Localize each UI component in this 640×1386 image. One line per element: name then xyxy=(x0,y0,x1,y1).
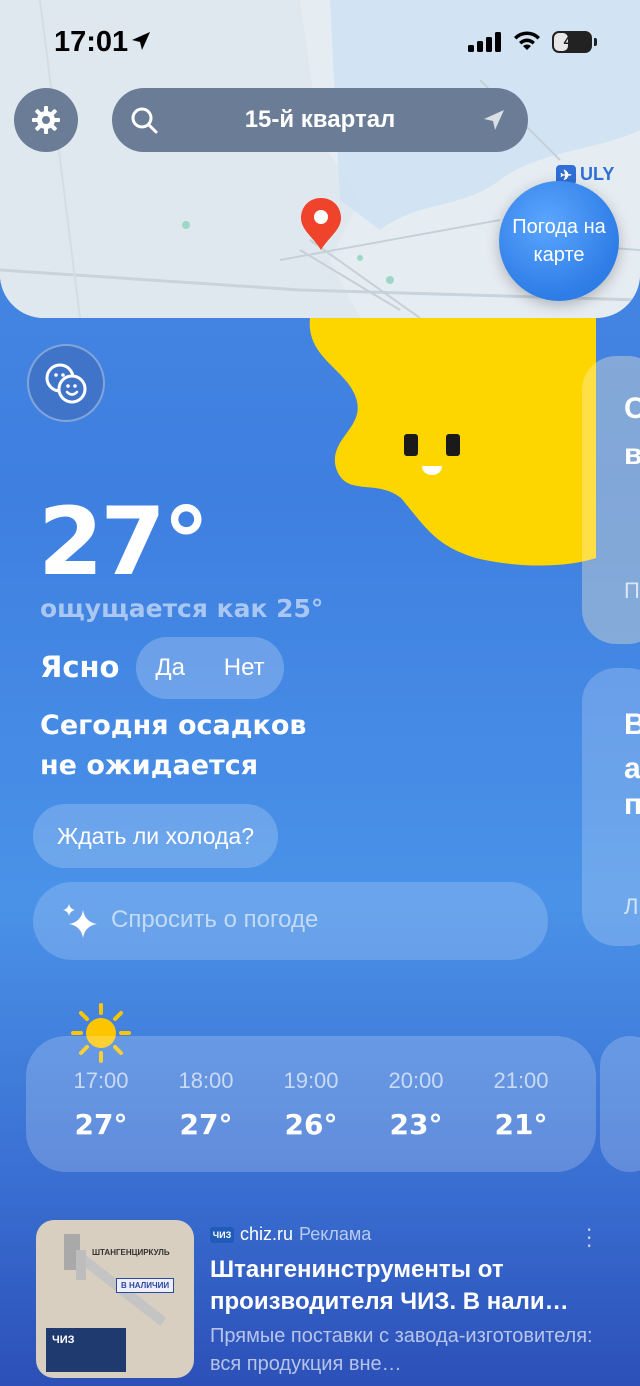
ad-description: Прямые поставки с завода-изготовителя: в… xyxy=(210,1325,593,1375)
side-card-text: В xyxy=(624,708,640,741)
side-card-text: в xyxy=(624,438,640,471)
hour-item: 19:00 26° xyxy=(259,1036,363,1141)
daily-forecast-card[interactable] xyxy=(600,1036,640,1172)
no-button[interactable]: Нет xyxy=(224,654,265,682)
precipitation-summary: Сегодня осадков не ожидается xyxy=(40,706,307,786)
wifi-icon xyxy=(514,31,540,50)
location-pin-icon[interactable] xyxy=(298,196,344,252)
status-bar: 17:01 40 xyxy=(0,24,640,64)
battery-icon: 40 xyxy=(552,31,592,53)
hour-temp: 21° xyxy=(494,1108,548,1141)
airport-label: ULY xyxy=(580,164,615,184)
side-card-text: Л xyxy=(624,894,639,919)
hour-time: 18:00 xyxy=(178,1068,234,1093)
side-card-text: С xyxy=(624,392,640,425)
faces-icon xyxy=(45,363,87,404)
ad-image-text: ШТАНГЕНЦИРКУЛЬ xyxy=(92,1248,170,1257)
ad-title[interactable]: Штангенинструменты от производителя ЧИЗ.… xyxy=(210,1254,610,1318)
cold-question-chip[interactable]: Ждать ли холода? xyxy=(33,804,279,868)
weather-map-button[interactable]: Погода на карте xyxy=(499,181,619,301)
hour-item: 18:00 27° xyxy=(154,1036,258,1141)
ad-image-brand: ЧИЗ xyxy=(46,1328,126,1372)
more-options-icon[interactable]: · · · xyxy=(586,1220,592,1256)
ad-source[interactable]: ЧИЗ chiz.ru Реклама xyxy=(210,1224,371,1245)
status-time: 17:01 xyxy=(54,26,129,58)
condition-feedback: Да Нет xyxy=(136,637,284,699)
location-arrow-icon xyxy=(132,32,150,50)
hour-temp: 27° xyxy=(179,1108,233,1141)
ad-label: Реклама xyxy=(299,1224,372,1244)
weather-condition: Ясно xyxy=(40,650,120,684)
hour-time: 17:00 xyxy=(73,1068,129,1093)
sun-mascot-icon xyxy=(309,318,596,566)
navigation-arrow-icon[interactable] xyxy=(482,108,506,132)
side-card-text: п xyxy=(624,788,640,821)
ad-image-text: В НАЛИЧИИ xyxy=(116,1278,175,1293)
hour-item: 20:00 23° xyxy=(364,1036,468,1141)
current-temperature: 27° xyxy=(38,488,210,597)
hour-item: 21:00 21° xyxy=(469,1036,573,1141)
chiz-logo-icon: ЧИЗ xyxy=(210,1226,234,1243)
mascot-mood-button[interactable] xyxy=(27,344,105,422)
sparkle-icon xyxy=(63,904,97,938)
hour-temp: 26° xyxy=(284,1108,338,1141)
side-card-text: П xyxy=(624,578,640,603)
battery-level: 40 xyxy=(563,33,581,50)
side-card-2[interactable]: В а п Л xyxy=(582,668,640,946)
hour-item: 17:00 27° xyxy=(49,1036,153,1141)
ad-domain: chiz.ru xyxy=(240,1224,294,1244)
ask-placeholder: Спросить о погоде xyxy=(111,906,319,933)
cellular-signal-icon xyxy=(468,32,501,52)
feels-like: ощущается как 25° xyxy=(40,594,324,623)
gear-icon xyxy=(32,106,60,134)
hour-temp: 23° xyxy=(389,1108,443,1141)
hour-temp: 27° xyxy=(74,1108,128,1141)
hour-time: 21:00 xyxy=(493,1068,549,1093)
hour-time: 19:00 xyxy=(283,1068,339,1093)
hourly-forecast[interactable]: 17:00 27° 18:00 27° 19:00 26° 20:00 23° … xyxy=(26,1036,596,1172)
ask-weather-input[interactable]: Спросить о погоде xyxy=(33,882,548,960)
ad-image[interactable]: ШТАНГЕНЦИРКУЛЬ В НАЛИЧИИ ЧИЗ xyxy=(36,1220,194,1378)
yes-button[interactable]: Да xyxy=(155,654,185,682)
battery-tip xyxy=(594,38,597,46)
map-preview[interactable]: 17:01 40 15-й квартал ✈ ULY Погода на ка… xyxy=(0,0,640,318)
location-name: 15-й квартал xyxy=(244,106,396,133)
settings-button[interactable] xyxy=(14,88,78,152)
precipitation-line-1: Сегодня осадков xyxy=(40,710,307,741)
precipitation-line-2: не ожидается xyxy=(40,750,259,781)
hour-time: 20:00 xyxy=(388,1068,444,1093)
location-search-bar[interactable]: 15-й квартал xyxy=(112,88,528,152)
side-card-text: а xyxy=(624,752,640,785)
side-card-1[interactable]: С в П xyxy=(582,356,640,644)
